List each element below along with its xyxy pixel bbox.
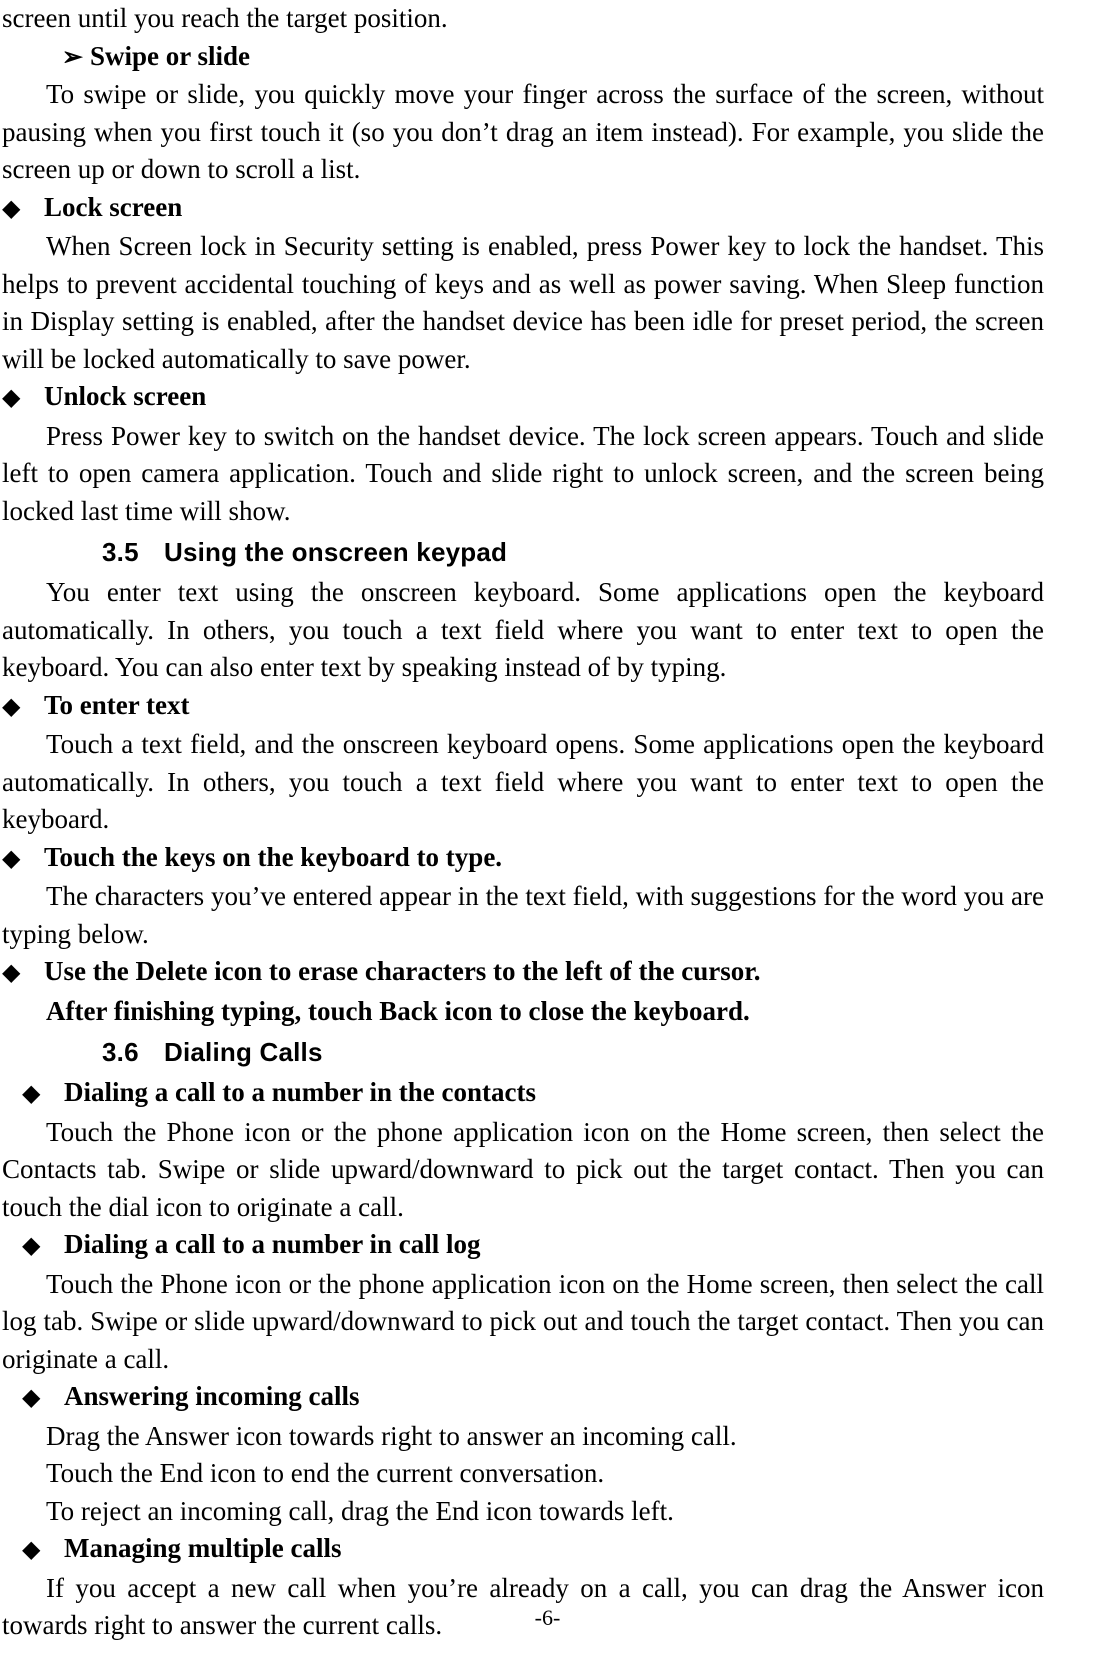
touch-keys-paragraph: The characters you’ve entered appear in … [2, 881, 1044, 949]
dial-call-log-heading: ◆ Dialing a call to a number in call log [2, 1226, 1044, 1266]
diamond-bullet-icon: ◆ [2, 693, 21, 720]
answering-calls-label: Answering incoming calls [64, 1381, 360, 1411]
answering-calls-heading: ◆ Answering incoming calls [2, 1378, 1044, 1418]
section-title: Dialing Calls [164, 1037, 323, 1067]
dial-call-log-label: Dialing a call to a number in call log [64, 1229, 481, 1259]
delete-icon-label: Use the Delete icon to erase characters … [44, 956, 761, 986]
diamond-bullet-icon: ◆ [22, 1081, 41, 1107]
section-heading-3-6: 3.6 Dialing Calls [2, 1030, 1044, 1074]
to-enter-text-heading: ◆ To enter text [2, 687, 1044, 727]
dial-contacts-label: Dialing a call to a number in the contac… [64, 1077, 536, 1107]
dial-contacts-paragraph: Touch the Phone icon or the phone applic… [2, 1116, 1044, 1222]
section-heading-3-5: 3.5 Using the onscreen keypad [2, 530, 1044, 574]
back-icon-continuation-line: After finishing typing, touch Back icon … [46, 995, 750, 1026]
diamond-bullet-icon: ◆ [2, 195, 21, 222]
diamond-bullet-icon: ◆ [2, 385, 21, 411]
lock-screen-label: Lock screen [44, 191, 183, 222]
answering-line-1: Drag the Answer icon towards right to an… [46, 1420, 737, 1451]
answering-line-2: Touch the End icon to end the current co… [46, 1458, 605, 1488]
section-number: 3.5 [102, 537, 139, 567]
diamond-bullet-icon: ◆ [22, 1385, 41, 1411]
managing-calls-label: Managing multiple calls [64, 1533, 342, 1563]
unlock-screen-heading: ◆ Unlock screen [2, 378, 1044, 418]
manual-page: screen until you reach the target positi… [0, 0, 1095, 1655]
diamond-bullet-icon: ◆ [2, 960, 21, 986]
to-enter-text-paragraph: Touch a text field, and the onscreen key… [2, 729, 1044, 834]
to-enter-text-label: To enter text [44, 689, 190, 720]
dial-call-log-paragraph: Touch the Phone icon or the phone applic… [2, 1268, 1044, 1374]
touch-keys-heading: ◆ Touch the keys on the keyboard to type… [2, 839, 1044, 879]
arrow-bullet-icon: ➢ [62, 43, 83, 71]
touch-keys-label: Touch the keys on the keyboard to type. [44, 841, 503, 872]
carryover-paragraph: screen until you reach the target positi… [2, 3, 448, 33]
answering-line-3: To reject an incoming call, drag the End… [46, 1495, 674, 1526]
section-number: 3.6 [102, 1037, 139, 1067]
delete-icon-heading: ◆ Use the Delete icon to erase character… [2, 953, 1044, 993]
diamond-bullet-icon: ◆ [2, 845, 21, 872]
managing-calls-heading: ◆ Managing multiple calls [2, 1530, 1044, 1570]
diamond-bullet-icon: ◆ [22, 1537, 41, 1563]
section-title: Using the onscreen keypad [164, 537, 508, 567]
swipe-or-slide-paragraph: To swipe or slide, you quickly move your… [2, 79, 1044, 184]
onscreen-keypad-intro-paragraph: You enter text using the onscreen keyboa… [2, 577, 1044, 682]
unlock-screen-paragraph: Press Power key to switch on the handset… [2, 420, 1044, 526]
page-number: -6- [534, 1605, 561, 1630]
unlock-screen-label: Unlock screen [44, 381, 207, 411]
lock-screen-heading: ◆ Lock screen [2, 189, 1044, 229]
diamond-bullet-icon: ◆ [22, 1233, 41, 1259]
lock-screen-paragraph: When Screen lock in Security setting is … [2, 231, 1044, 374]
swipe-or-slide-heading: ➢ Swipe or slide [2, 38, 1044, 77]
dial-contacts-heading: ◆ Dialing a call to a number in the cont… [2, 1074, 1044, 1114]
swipe-or-slide-label: Swipe or slide [90, 40, 251, 71]
page-content: screen until you reach the target positi… [0, 0, 1044, 1655]
